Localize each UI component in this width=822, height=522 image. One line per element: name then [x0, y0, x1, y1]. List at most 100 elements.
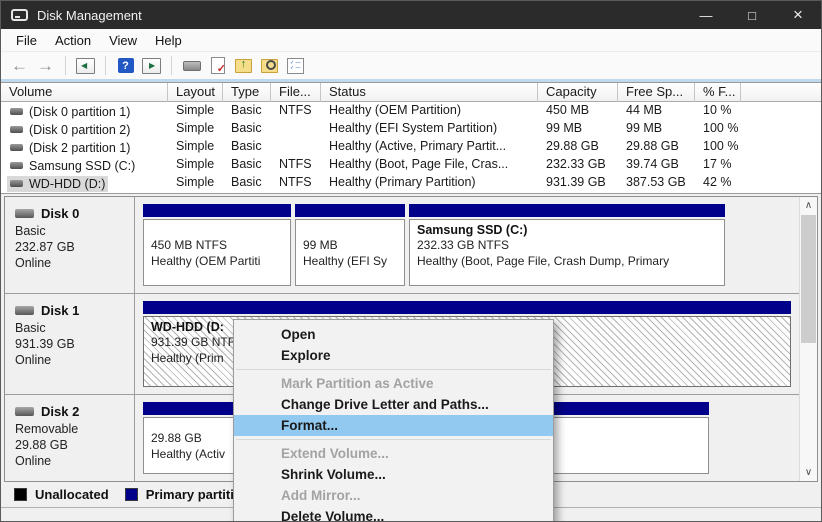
- partition-block[interactable]: 450 MB NTFSHealthy (OEM Partiti: [143, 204, 291, 286]
- cell: 99 MB: [618, 120, 695, 138]
- disk-info-panel[interactable]: Disk 2Removable29.88 GBOnline: [5, 395, 135, 481]
- disk-icon: [10, 126, 23, 133]
- table-row[interactable]: WD-HDD (D:)SimpleBasicNTFSHealthy (Prima…: [1, 174, 821, 192]
- menu-view[interactable]: View: [100, 31, 146, 50]
- menu-separator: [236, 439, 551, 440]
- table-row[interactable]: Samsung SSD (C:)SimpleBasicNTFSHealthy (…: [1, 156, 821, 174]
- disk-icon: [15, 306, 34, 315]
- legend-swatch: [14, 488, 27, 501]
- cell: [271, 120, 321, 138]
- console-tree-icon[interactable]: [75, 56, 96, 75]
- minimize-button[interactable]: —: [683, 1, 729, 29]
- partition-color-bar: [143, 204, 291, 217]
- cell: 100 %: [695, 138, 741, 156]
- partition-body: 99 MBHealthy (EFI Sy: [295, 219, 405, 286]
- disk-icon: [10, 180, 23, 187]
- cell: [271, 138, 321, 156]
- partition-block[interactable]: Samsung SSD (C:)232.33 GB NTFSHealthy (B…: [409, 204, 725, 286]
- check-document-icon[interactable]: [207, 56, 228, 75]
- scroll-up-icon[interactable]: ∧: [800, 197, 817, 214]
- volume-table: VolumeLayoutTypeFile...StatusCapacityFre…: [1, 82, 821, 194]
- cell: [741, 120, 821, 138]
- disk-icon: [15, 407, 34, 416]
- cell: Basic: [223, 102, 271, 120]
- cell: NTFS: [271, 156, 321, 174]
- title-bar: Disk Management — □ ×: [1, 1, 821, 29]
- toolbar-separator: [105, 56, 106, 75]
- volume-name: (Disk 0 partition 2): [7, 122, 133, 138]
- menu-file[interactable]: File: [7, 31, 46, 50]
- cell: Basic: [223, 120, 271, 138]
- device-icon[interactable]: [181, 56, 202, 75]
- cell: 232.33 GB: [538, 156, 618, 174]
- toolbar: [1, 52, 821, 79]
- scrollbar-thumb[interactable]: [801, 215, 816, 343]
- legend-swatch: [125, 488, 138, 501]
- partition-color-bar: [409, 204, 725, 217]
- menu-help[interactable]: Help: [146, 31, 191, 50]
- table-row[interactable]: (Disk 2 partition 1)SimpleBasicHealthy (…: [1, 138, 821, 156]
- menu-bar: FileActionViewHelp: [1, 29, 821, 52]
- volume-cell: (Disk 0 partition 1): [1, 102, 168, 120]
- column-header-capacity[interactable]: Capacity: [538, 83, 618, 102]
- action-pane-icon[interactable]: [141, 56, 162, 75]
- partition-block[interactable]: 99 MBHealthy (EFI Sy: [295, 204, 405, 286]
- column-header-volume[interactable]: Volume: [1, 83, 168, 102]
- context-menu-item-shrink-volume[interactable]: Shrink Volume...: [234, 464, 553, 485]
- column-header-free-sp[interactable]: Free Sp...: [618, 83, 695, 102]
- folder-search-icon[interactable]: [259, 56, 280, 75]
- cell: 44 MB: [618, 102, 695, 120]
- table-row[interactable]: (Disk 0 partition 1)SimpleBasicNTFSHealt…: [1, 102, 821, 120]
- volume-table-body: (Disk 0 partition 1)SimpleBasicNTFSHealt…: [1, 102, 821, 192]
- cell: Basic: [223, 174, 271, 192]
- properties-icon[interactable]: [285, 56, 306, 75]
- column-header-file[interactable]: File...: [271, 83, 321, 102]
- close-button[interactable]: ×: [775, 1, 821, 29]
- window-controls: — □ ×: [683, 1, 821, 29]
- context-menu-item-format[interactable]: Format...: [234, 415, 553, 436]
- forward-icon[interactable]: [35, 56, 56, 75]
- disk-info-panel[interactable]: Disk 0Basic232.87 GBOnline: [5, 197, 135, 293]
- vertical-scrollbar[interactable]: ∧ ∨: [799, 197, 817, 481]
- cell: 10 %: [695, 102, 741, 120]
- cell: 931.39 GB: [538, 174, 618, 192]
- back-icon[interactable]: [9, 56, 30, 75]
- disk-info-panel[interactable]: Disk 1Basic931.39 GBOnline: [5, 294, 135, 394]
- context-menu-item-extend-volume: Extend Volume...: [234, 443, 553, 464]
- column-header-blank[interactable]: [741, 83, 821, 102]
- table-row[interactable]: (Disk 0 partition 2)SimpleBasicHealthy (…: [1, 120, 821, 138]
- scroll-down-icon[interactable]: ∨: [800, 464, 817, 481]
- context-menu-item-change-drive-letter-and-paths[interactable]: Change Drive Letter and Paths...: [234, 394, 553, 415]
- context-menu-item-delete-volume[interactable]: Delete Volume...: [234, 506, 553, 522]
- context-menu-item-explore[interactable]: Explore: [234, 345, 553, 366]
- column-header-type[interactable]: Type: [223, 83, 271, 102]
- column-header-f[interactable]: % F...: [695, 83, 741, 102]
- disk-icon: [10, 108, 23, 115]
- column-header-layout[interactable]: Layout: [168, 83, 223, 102]
- cell: Healthy (OEM Partition): [321, 102, 538, 120]
- cell: 387.53 GB: [618, 174, 695, 192]
- volume-cell: (Disk 2 partition 1): [1, 138, 168, 156]
- cell: [741, 174, 821, 192]
- partition-color-bar: [295, 204, 405, 217]
- maximize-button[interactable]: □: [729, 1, 775, 29]
- cell: Simple: [168, 102, 223, 120]
- disk-icon: [10, 162, 23, 169]
- cell: Healthy (Primary Partition): [321, 174, 538, 192]
- help-icon[interactable]: [115, 56, 136, 75]
- cell: Simple: [168, 120, 223, 138]
- partition-body: Samsung SSD (C:)232.33 GB NTFSHealthy (B…: [409, 219, 725, 286]
- cell: 42 %: [695, 174, 741, 192]
- context-menu: OpenExploreMark Partition as ActiveChang…: [233, 319, 554, 522]
- column-header-status[interactable]: Status: [321, 83, 538, 102]
- menu-action[interactable]: Action: [46, 31, 100, 50]
- cell: Basic: [223, 156, 271, 174]
- cell: 99 MB: [538, 120, 618, 138]
- toolbar-separator: [65, 56, 66, 75]
- cell: 39.74 GB: [618, 156, 695, 174]
- cell: Healthy (Active, Primary Partit...: [321, 138, 538, 156]
- context-menu-item-open[interactable]: Open: [234, 324, 553, 345]
- disk-icon: [15, 209, 34, 218]
- cell: 17 %: [695, 156, 741, 174]
- folder-up-icon[interactable]: [233, 56, 254, 75]
